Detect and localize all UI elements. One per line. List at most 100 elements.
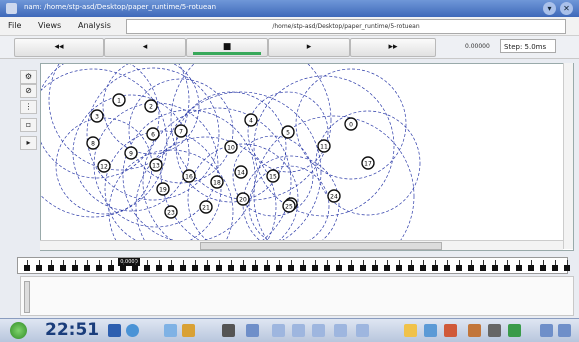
node-7[interactable]: 7 (174, 124, 188, 138)
chart-icon[interactable] (508, 324, 521, 337)
network-icon[interactable] (126, 324, 139, 337)
node-16[interactable]: 16 (182, 169, 196, 183)
timeline-mark (363, 260, 364, 265)
node-8[interactable]: 8 (86, 136, 100, 150)
zoom-out-button[interactable]: ⊘ (20, 84, 37, 98)
node-label: 7 (179, 129, 183, 136)
folder-icon[interactable] (404, 324, 417, 337)
fast-forward-button[interactable]: ▸▸ (350, 38, 436, 57)
stop-button[interactable]: ■ (186, 38, 268, 57)
node-label: 1 (117, 98, 121, 105)
time-slider[interactable]: 0.0000 (17, 257, 570, 274)
timeline-tick (216, 265, 222, 271)
timeline-mark (243, 260, 244, 265)
terminal-icon[interactable] (222, 324, 235, 337)
node-label: 14 (237, 170, 245, 177)
pane-scrollbar[interactable] (24, 281, 30, 313)
timeline-mark (147, 260, 148, 265)
timeline-mark (507, 260, 508, 265)
timeline-mark (195, 260, 196, 265)
timeline-tick (36, 265, 42, 271)
volume-icon[interactable] (424, 324, 437, 337)
timeline-tick (96, 265, 102, 271)
node-3[interactable]: 3 (90, 109, 104, 123)
tools-icon[interactable] (468, 324, 481, 337)
range-ring (41, 68, 168, 218)
browser-icon[interactable] (444, 324, 457, 337)
network-canvas[interactable]: 0123456789101112131415161718192021222324… (40, 63, 574, 251)
node-20[interactable]: 20 (236, 192, 250, 206)
node-label: 3 (95, 114, 99, 121)
node-label: 10 (227, 145, 235, 152)
node-11[interactable]: 11 (317, 139, 331, 153)
timeline-mark (459, 260, 460, 265)
node-19[interactable]: 19 (156, 182, 170, 196)
node-17[interactable]: 17 (361, 156, 375, 170)
step-back-button[interactable]: ◂ (104, 38, 186, 57)
node-10[interactable]: 10 (224, 140, 238, 154)
node-12[interactable]: 12 (97, 159, 111, 173)
view-button[interactable]: ▫ (20, 118, 37, 132)
screen-icon[interactable] (108, 324, 121, 337)
timeline-mark (123, 260, 124, 265)
node-23[interactable]: 23 (164, 205, 178, 219)
window-icon-2[interactable] (272, 324, 285, 337)
menu-analysis[interactable]: Analysis (78, 21, 111, 30)
timeline-tick (300, 265, 306, 271)
workspace-icon[interactable] (558, 324, 571, 337)
step-speed-field[interactable]: Step: 5.0ms (500, 39, 556, 53)
menu-views[interactable]: Views (38, 21, 61, 30)
node-1[interactable]: 1 (112, 93, 126, 107)
layout-button[interactable]: ⋮ (20, 100, 37, 114)
editor-icon[interactable] (182, 324, 195, 337)
node-25[interactable]: 25 (282, 199, 296, 213)
node-label: 24 (330, 194, 338, 201)
window-icon-6[interactable] (356, 324, 369, 337)
timeline-tick (408, 265, 414, 271)
timeline-tick (312, 265, 318, 271)
window-icon-4[interactable] (312, 324, 325, 337)
node-18[interactable]: 18 (210, 175, 224, 189)
node-0[interactable]: 0 (344, 117, 358, 131)
timeline-tick (420, 265, 426, 271)
vertical-scrollbar[interactable] (563, 63, 573, 249)
timeline-mark (495, 260, 496, 265)
timeline-tick (228, 265, 234, 271)
rewind-button[interactable]: ◂◂ (14, 38, 104, 57)
node-9[interactable]: 9 (124, 146, 138, 160)
zoom-in-button[interactable]: ⚙ (20, 70, 37, 84)
play-button[interactable]: ▸ (268, 38, 350, 57)
close-button[interactable]: ✕ (560, 2, 573, 15)
window-icon-1[interactable] (246, 324, 259, 337)
timeline-tick (72, 265, 78, 271)
node-4[interactable]: 4 (244, 113, 258, 127)
start-menu-icon[interactable] (10, 322, 27, 339)
timeline-tick (204, 265, 210, 271)
window-icon-5[interactable] (334, 324, 347, 337)
window-icon-3[interactable] (292, 324, 305, 337)
node-2[interactable]: 2 (144, 99, 158, 113)
node-15[interactable]: 15 (266, 169, 280, 183)
node-5[interactable]: 5 (281, 125, 295, 139)
node-24[interactable]: 24 (327, 189, 341, 203)
node-6[interactable]: 6 (146, 127, 160, 141)
horizontal-scrollbar[interactable] (40, 240, 563, 250)
settings-icon[interactable] (488, 324, 501, 337)
node-label: 6 (151, 132, 155, 139)
timeline-tick (48, 265, 54, 271)
timeline-tick (180, 265, 186, 271)
timeline-tick (468, 265, 474, 271)
edit-button[interactable]: ▸ (20, 136, 37, 150)
node-label: 0 (349, 122, 353, 129)
node-14[interactable]: 14 (234, 165, 248, 179)
node-21[interactable]: 21 (199, 200, 213, 214)
menu-file[interactable]: File (8, 21, 21, 30)
desktop-icon[interactable] (540, 324, 553, 337)
minimize-button[interactable]: ▾ (543, 2, 556, 15)
files-icon[interactable] (164, 324, 177, 337)
timeline-mark (231, 260, 232, 265)
timeline-mark (531, 260, 532, 265)
node-13[interactable]: 13 (149, 158, 163, 172)
scroll-thumb[interactable] (200, 242, 442, 250)
timeline-mark (483, 260, 484, 265)
